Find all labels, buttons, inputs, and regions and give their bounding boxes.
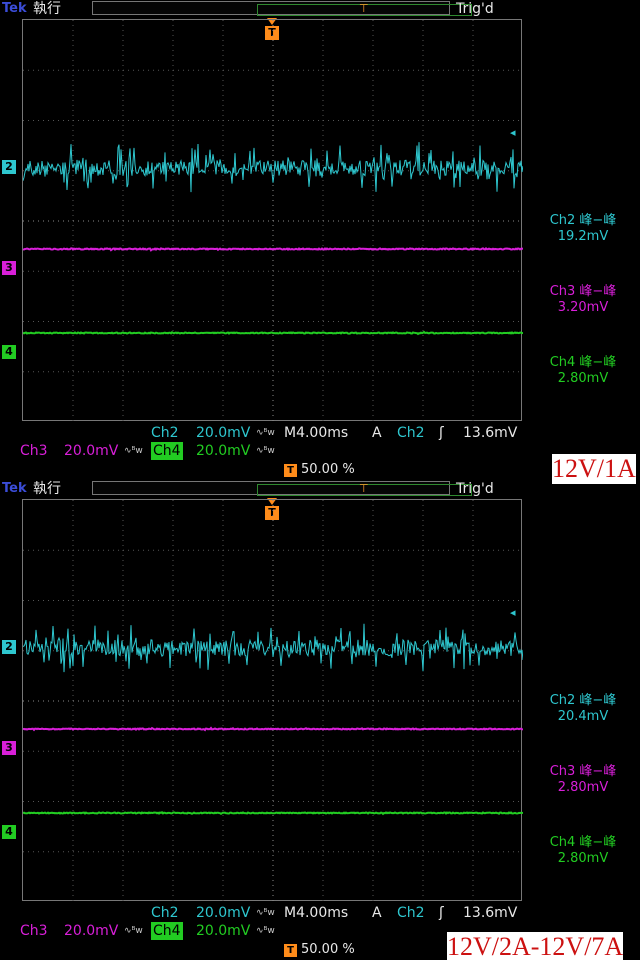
trigger-position-icon: T bbox=[284, 944, 297, 957]
trigger-position-value[interactable]: 50.00 % bbox=[301, 462, 355, 477]
brand-logo: Tek bbox=[2, 1, 27, 16]
waveform-graticule bbox=[22, 19, 523, 422]
trigger-level-value[interactable]: 13.6mV bbox=[463, 904, 517, 922]
ch3-scale-value[interactable]: 20.0mV bbox=[64, 442, 118, 460]
ch2-measurement: Ch2 峰−峰 20.4mV bbox=[526, 693, 640, 725]
ch3-measurement-value: 2.80mV bbox=[557, 780, 609, 795]
scope-screen-1: Tek 執行 ⊤ Trig'd T 2 3 4 ◂ Ch2 峰−峰 19.2mV… bbox=[0, 0, 640, 480]
top-status-bar: Tek 執行 ⊤ Trig'd bbox=[0, 0, 526, 18]
ch2-scale-label[interactable]: Ch2 bbox=[151, 424, 179, 442]
trigger-level-arrow-icon: ◂ bbox=[510, 606, 516, 619]
waveform-svg bbox=[23, 142, 523, 336]
ch3-ground-marker[interactable]: 3 bbox=[2, 261, 16, 275]
ch4-waveform-trace bbox=[23, 330, 523, 336]
acquisition-mode: A bbox=[372, 425, 382, 441]
trigger-slope-icon: ʃ bbox=[439, 905, 444, 921]
ch2-measurement: Ch2 峰−峰 19.2mV bbox=[526, 213, 640, 245]
ch2-scale-value[interactable]: 20.0mV bbox=[196, 904, 250, 922]
settings-row-2: Ch3 20.0mV ∿ᴮw Ch4 20.0mV ∿ᴮw bbox=[0, 442, 526, 460]
trigger-slope-icon: ʃ bbox=[439, 425, 444, 441]
ch3-ground-marker[interactable]: 3 bbox=[2, 741, 16, 755]
trigger-source[interactable]: Ch2 bbox=[397, 904, 425, 922]
bandwidth-limit-icon: ∿ᴮw bbox=[256, 908, 275, 918]
ch2-measurement-value: 19.2mV bbox=[557, 229, 609, 244]
ch4-measurement-label: Ch4 峰−峰 bbox=[549, 835, 617, 850]
ch2-scale-value[interactable]: 20.0mV bbox=[196, 424, 250, 442]
ch3-bandwidth-icon: ∿ᴮw bbox=[124, 926, 143, 936]
record-length-bar: ⊤ bbox=[92, 481, 472, 496]
ch4-waveform-trace bbox=[23, 811, 523, 816]
trigger-pointer-icon: ⊤ bbox=[359, 2, 369, 15]
trigger-level-value[interactable]: 13.6mV bbox=[463, 424, 517, 442]
ch2-ground-marker[interactable]: 2 bbox=[2, 640, 16, 654]
ch3-measurement-label: Ch3 峰−峰 bbox=[549, 764, 617, 779]
trigger-position-readout: T 50.00 % bbox=[284, 462, 355, 478]
ch4-ground-marker[interactable]: 4 bbox=[2, 345, 16, 359]
acquisition-mode: A bbox=[372, 905, 382, 921]
ch2-ground-marker[interactable]: 2 bbox=[2, 160, 16, 174]
trigger-position-value[interactable]: 50.00 % bbox=[301, 942, 355, 957]
ch3-bandwidth-icon: ∿ᴮw bbox=[124, 446, 143, 456]
bandwidth-limit-icon: ∿ᴮw bbox=[256, 428, 275, 438]
ch3-waveform-trace bbox=[23, 247, 523, 252]
ch4-scale-label[interactable]: Ch4 bbox=[151, 442, 183, 460]
ch4-measurement: Ch4 峰−峰 2.80mV bbox=[526, 355, 640, 387]
ch3-scale-label[interactable]: Ch3 bbox=[20, 442, 48, 460]
ch4-bandwidth-icon: ∿ᴮw bbox=[256, 446, 275, 456]
timebase-value[interactable]: M4.00ms bbox=[284, 904, 348, 922]
timebase-value[interactable]: M4.00ms bbox=[284, 424, 348, 442]
ch2-measurement-value: 20.4mV bbox=[557, 709, 609, 724]
ch2-waveform-trace bbox=[23, 142, 523, 193]
run-mode: 執行 bbox=[33, 481, 61, 497]
settings-row-1: Ch2 20.0mV ∿ᴮw M4.00ms A Ch2 ʃ 13.6mV bbox=[0, 904, 526, 922]
run-mode: 執行 bbox=[33, 1, 61, 17]
top-status-bar: Tek 執行 ⊤ Trig'd bbox=[0, 480, 526, 498]
waveform-graticule bbox=[22, 499, 523, 902]
brand-logo: Tek bbox=[2, 481, 27, 496]
ch4-ground-marker[interactable]: 4 bbox=[2, 825, 16, 839]
trigger-position-icon: T bbox=[284, 464, 297, 477]
ch4-scale-value[interactable]: 20.0mV bbox=[196, 922, 250, 940]
ch3-waveform-trace bbox=[23, 726, 523, 732]
record-length-bar: ⊤ bbox=[92, 1, 472, 16]
ch3-measurement: Ch3 峰−峰 2.80mV bbox=[526, 764, 640, 796]
trigger-source[interactable]: Ch2 bbox=[397, 424, 425, 442]
ch4-scale-value[interactable]: 20.0mV bbox=[196, 442, 250, 460]
ch2-waveform-trace bbox=[23, 623, 523, 673]
scope-screen-2: Tek 執行 ⊤ Trig'd T 2 3 4 ◂ Ch2 峰−峰 20.4mV… bbox=[0, 480, 640, 960]
ch3-measurement: Ch3 峰−峰 3.20mV bbox=[526, 284, 640, 316]
ch3-scale-label[interactable]: Ch3 bbox=[20, 922, 48, 940]
settings-row-1: Ch2 20.0mV ∿ᴮw M4.00ms A Ch2 ʃ 13.6mV bbox=[0, 424, 526, 442]
caption-panel-1: 12V/1A bbox=[552, 454, 636, 484]
ch3-scale-value[interactable]: 20.0mV bbox=[64, 922, 118, 940]
waveform-svg bbox=[23, 623, 523, 816]
ch3-measurement-value: 3.20mV bbox=[557, 300, 609, 315]
caption-panel-2: 12V/2A-12V/7A bbox=[447, 932, 624, 962]
ch4-measurement-value: 2.80mV bbox=[557, 371, 609, 386]
ch3-measurement-label: Ch3 峰−峰 bbox=[549, 284, 617, 299]
ch2-scale-label[interactable]: Ch2 bbox=[151, 904, 179, 922]
ch2-measurement-label: Ch2 峰−峰 bbox=[549, 213, 617, 228]
ch4-measurement-value: 2.80mV bbox=[557, 851, 609, 866]
ch4-measurement-label: Ch4 峰−峰 bbox=[549, 355, 617, 370]
trigger-status: Trig'd bbox=[456, 481, 494, 497]
trigger-position-readout: T 50.00 % bbox=[284, 942, 355, 958]
ch4-measurement: Ch4 峰−峰 2.80mV bbox=[526, 835, 640, 867]
trigger-level-arrow-icon: ◂ bbox=[510, 126, 516, 139]
ch4-scale-label[interactable]: Ch4 bbox=[151, 922, 183, 940]
ch2-measurement-label: Ch2 峰−峰 bbox=[549, 693, 617, 708]
trigger-pointer-icon: ⊤ bbox=[359, 482, 369, 495]
trigger-status: Trig'd bbox=[456, 1, 494, 17]
ch4-bandwidth-icon: ∿ᴮw bbox=[256, 926, 275, 936]
